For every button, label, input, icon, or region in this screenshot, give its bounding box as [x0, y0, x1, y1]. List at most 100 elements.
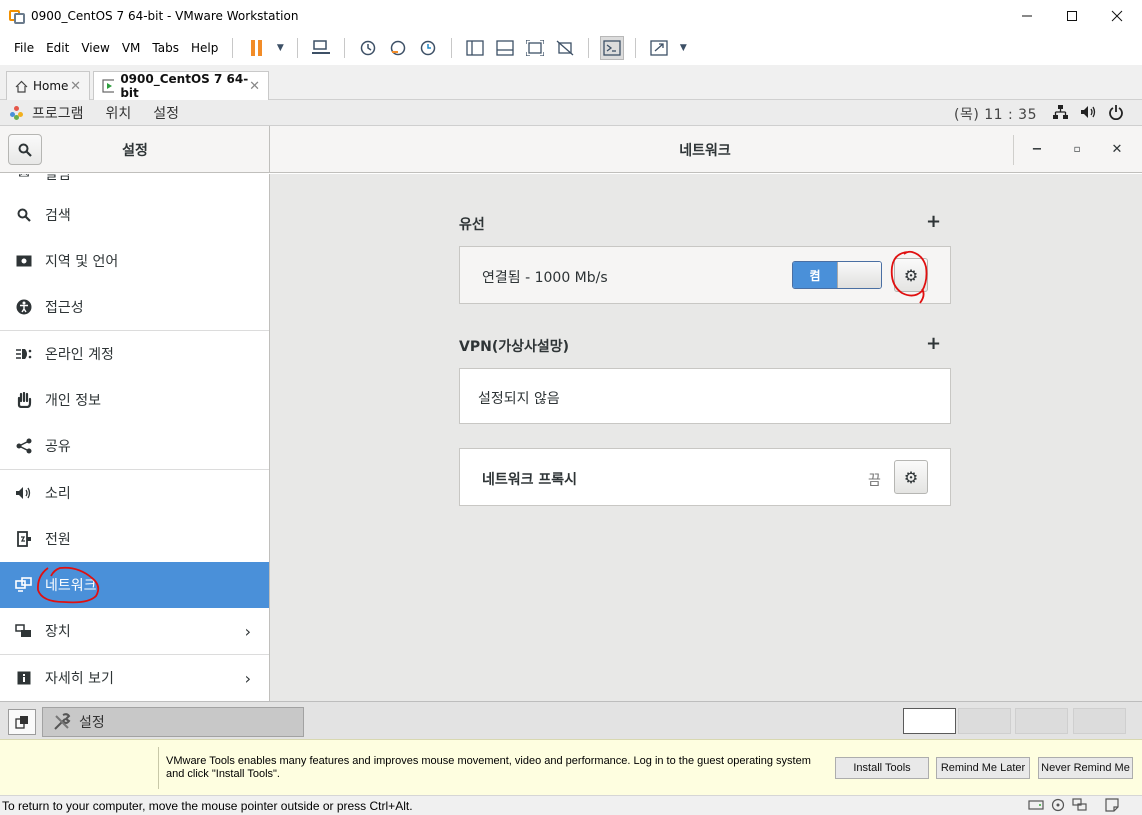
- vm-tabbar: Home ✕ 0900_CentOS 7 64-bit ✕: [0, 65, 1142, 100]
- sidebar-item-label: 공유: [45, 439, 71, 455]
- install-tools-button[interactable]: Install Tools: [835, 757, 929, 779]
- pause-dropdown-icon[interactable]: ▼: [274, 36, 286, 60]
- network-icon: [15, 576, 33, 594]
- sidebar-item-label: 개인 정보: [45, 393, 101, 409]
- add-wired-button[interactable]: +: [926, 211, 941, 232]
- region-icon: [15, 252, 33, 270]
- gnome-top-bar: 프로그램 위치 설정 (목) 11 : 35: [0, 100, 1142, 126]
- vm-icon: [102, 79, 115, 93]
- stretch-guest-icon[interactable]: [647, 36, 671, 60]
- sound-icon: [15, 484, 33, 502]
- settings-close-button[interactable]: ✕: [1106, 138, 1128, 160]
- minimize-icon[interactable]: [1004, 0, 1050, 31]
- sidebar-item-label: 소리: [45, 486, 71, 502]
- menu-applications[interactable]: 프로그램: [32, 103, 84, 123]
- sidebar-item-accessibility[interactable]: 접근성: [0, 284, 269, 330]
- chevron-right-icon: ›: [244, 668, 251, 688]
- remind-later-button[interactable]: Remind Me Later: [936, 757, 1030, 779]
- menu-file[interactable]: File: [8, 31, 40, 65]
- toggle-on-label: 켬: [793, 262, 837, 288]
- menu-tabs[interactable]: Tabs: [146, 31, 185, 65]
- settings-title: 설정: [122, 143, 148, 159]
- hard-disk-icon[interactable]: [1028, 798, 1044, 812]
- menu-help[interactable]: Help: [185, 31, 224, 65]
- workspace-1[interactable]: [903, 708, 956, 734]
- settings-minimize-button[interactable]: −: [1026, 138, 1048, 160]
- network-wired-icon[interactable]: [1052, 104, 1068, 124]
- vpn-section-title: VPN(가상사설망): [459, 339, 570, 355]
- workspace-3[interactable]: [1015, 708, 1068, 734]
- sidebar-item-label: 지역 및 언어: [45, 254, 119, 270]
- vpn-row: 설정되지 않음: [459, 368, 951, 424]
- vmware-tools-bar: VMware Tools enables many features and i…: [0, 739, 1142, 795]
- accessibility-icon: [15, 298, 33, 316]
- unity-icon[interactable]: [553, 36, 577, 60]
- sidebar-item-network[interactable]: 네트워크: [0, 562, 269, 608]
- revert-snapshot-icon[interactable]: [386, 36, 410, 60]
- sidebar-item-devices[interactable]: 장치 ›: [0, 608, 269, 654]
- sidebar-item-privacy[interactable]: 개인 정보: [0, 377, 269, 423]
- never-remind-button[interactable]: Never Remind Me: [1038, 757, 1133, 779]
- status-bar: To return to your computer, move the mou…: [0, 795, 1142, 815]
- network-adapter-icon[interactable]: [1072, 798, 1088, 812]
- snapshot-manager-icon[interactable]: [416, 36, 440, 60]
- clock[interactable]: (목) 11 : 35: [954, 104, 1037, 124]
- full-screen-icon[interactable]: [523, 36, 547, 60]
- power-icon[interactable]: [1108, 104, 1124, 124]
- show-desktop-icon: [15, 716, 28, 729]
- menu-edit[interactable]: Edit: [40, 31, 75, 65]
- thumbnail-bar-icon[interactable]: [493, 36, 517, 60]
- sidebar-item-details[interactable]: 자세히 보기 ›: [0, 655, 269, 701]
- network-proxy-row[interactable]: 네트워크 프록시 끔 ⚙: [459, 448, 951, 506]
- menu-vm[interactable]: VM: [116, 31, 147, 65]
- show-desktop-button[interactable]: [8, 709, 36, 735]
- show-library-icon[interactable]: [463, 36, 487, 60]
- pause-icon[interactable]: [244, 36, 268, 60]
- tab-vm[interactable]: 0900_CentOS 7 64-bit ✕: [93, 71, 269, 100]
- sidebar-item-region[interactable]: 지역 및 언어: [0, 238, 269, 284]
- cd-dvd-icon[interactable]: [1050, 798, 1066, 812]
- sidebar-item-label: 전원: [45, 532, 71, 548]
- power-icon: [15, 530, 33, 548]
- menu-places[interactable]: 위치: [106, 103, 132, 123]
- add-vpn-button[interactable]: +: [926, 333, 941, 354]
- tab-vm-label: 0900_CentOS 7 64-bit: [120, 72, 249, 100]
- menu-settings[interactable]: 설정: [153, 103, 179, 123]
- workspace-2[interactable]: [958, 708, 1011, 734]
- search-icon: [15, 206, 33, 224]
- applications-icon: [10, 105, 24, 120]
- toolbar-divider: [635, 38, 637, 58]
- window-title: 0900_CentOS 7 64-bit - VMware Workstatio…: [31, 8, 299, 23]
- sidebar-item-search[interactable]: 검색: [0, 192, 269, 238]
- online-accounts-icon: [15, 345, 33, 363]
- snapshot-icon[interactable]: [356, 36, 380, 60]
- taskbar-window-label: 설정: [79, 715, 105, 731]
- stretch-dropdown-icon[interactable]: ▼: [677, 36, 689, 60]
- tab-home-label: Home: [33, 79, 69, 93]
- sidebar-item-power[interactable]: 전원: [0, 516, 269, 562]
- close-icon[interactable]: [1094, 0, 1140, 31]
- menu-view[interactable]: View: [75, 31, 115, 65]
- wired-settings-button[interactable]: ⚙: [894, 258, 928, 292]
- sidebar-item-sound[interactable]: 소리: [0, 470, 269, 516]
- tab-home[interactable]: Home ✕: [6, 71, 90, 100]
- workspace-4[interactable]: [1073, 708, 1126, 734]
- proxy-status: 끔: [868, 473, 881, 489]
- toggle-knob: [837, 262, 881, 288]
- settings-maximize-button[interactable]: ▫: [1066, 138, 1088, 160]
- tab-close-icon[interactable]: ✕: [70, 79, 81, 94]
- volume-icon[interactable]: [1080, 104, 1098, 124]
- sidebar-item-online-accounts[interactable]: 온라인 계정: [0, 331, 269, 377]
- sidebar-item-sharing[interactable]: 공유: [0, 423, 269, 469]
- message-log-icon[interactable]: [1104, 798, 1120, 812]
- tools-message: VMware Tools enables many features and i…: [166, 755, 811, 780]
- tab-close-icon[interactable]: ✕: [249, 79, 260, 94]
- wired-toggle-switch[interactable]: 켬: [792, 261, 882, 289]
- privacy-hand-icon: [15, 391, 33, 409]
- taskbar-window-settings[interactable]: 설정: [42, 707, 304, 737]
- vpn-status: 설정되지 않음: [478, 391, 560, 407]
- console-view-icon[interactable]: [600, 36, 625, 60]
- maximize-icon[interactable]: [1049, 0, 1095, 31]
- proxy-settings-button[interactable]: ⚙: [894, 460, 928, 494]
- send-ctrl-alt-del-icon[interactable]: [309, 36, 333, 60]
